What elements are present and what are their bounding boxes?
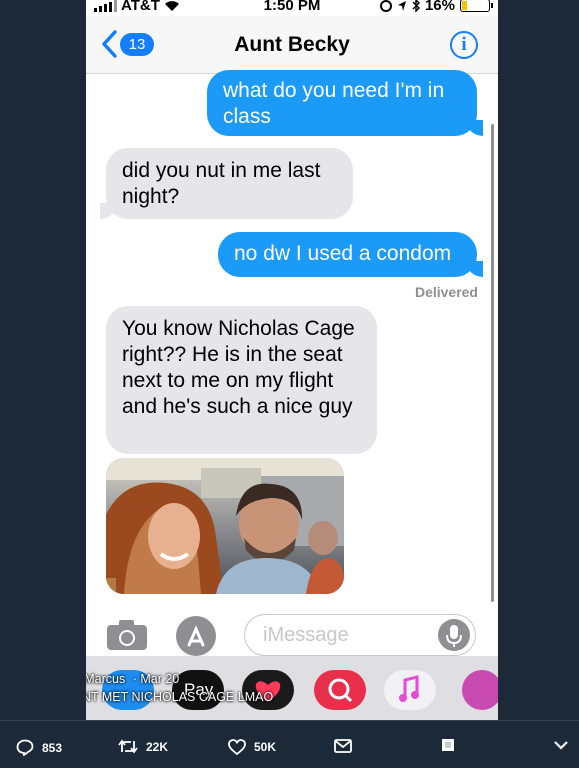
message-bubble-incoming[interactable]: You know Nicholas Cage right?? He is in … (106, 306, 377, 454)
tweet-action-bar: 853 22K 50K (0, 720, 579, 768)
delivered-status: Delivered (414, 284, 478, 300)
message-text: did you nut in me last night? (122, 159, 321, 208)
status-bar: AT&T 1:50 PM 16% (86, 0, 498, 16)
retweet-count: 22K (146, 739, 169, 754)
reply-action[interactable]: 853 (16, 739, 62, 756)
reply-icon (16, 739, 34, 756)
message-thread[interactable]: what do you need I'm in class did you nu… (86, 70, 498, 608)
tweet-date: · Mar 20 (132, 672, 180, 686)
bluetooth-icon (412, 0, 420, 12)
like-action[interactable]: 50K (228, 739, 276, 755)
envelope-icon (334, 739, 352, 753)
message-input-placeholder: iMessage (263, 624, 349, 646)
message-input[interactable]: iMessage (244, 614, 476, 656)
battery-icon (460, 0, 493, 12)
retweet-icon (118, 739, 138, 754)
like-count: 50K (254, 740, 277, 754)
location-icon (397, 0, 406, 11)
battery-percent: 16% (424, 0, 455, 14)
phone-screenshot: AT&T 1:50 PM 16% 13 Aunt Becky i what do… (86, 0, 498, 720)
heart-icon (228, 739, 246, 755)
message-bubble-incoming[interactable]: did you nut in me last night? (100, 148, 353, 219)
app-store-icon[interactable] (176, 616, 216, 656)
photos-app-icon[interactable] (462, 670, 498, 710)
camera-icon[interactable] (106, 619, 148, 651)
tweet-text: YOO MY AUNT MET NICHOLAS CAGE LMAO (86, 690, 274, 704)
share-icon (442, 739, 454, 751)
contact-name[interactable]: Aunt Becky (86, 33, 498, 57)
reply-count: 853 (42, 740, 63, 755)
message-text: no dw I used a condom (234, 242, 452, 265)
retweet-action[interactable]: 22K (118, 739, 168, 754)
message-bubble-outgoing[interactable]: what do you need I'm in class (207, 70, 483, 136)
direct-message-action[interactable] (334, 739, 352, 753)
conversation-header: 13 Aunt Becky i (86, 16, 498, 74)
selfie-image (106, 458, 344, 594)
message-photo[interactable] (106, 458, 344, 594)
message-text: what do you need I'm in class (223, 79, 445, 128)
tweet-handle-line: @SmallDickMarcus · Mar 20 (86, 672, 179, 686)
message-bubble-outgoing[interactable]: no dw I used a condom (218, 232, 483, 277)
more-options-action[interactable] (553, 740, 569, 750)
share-action[interactable] (442, 739, 454, 751)
tweet-handle[interactable]: @SmallDickMarcus (86, 672, 125, 686)
music-icon[interactable] (384, 670, 436, 710)
compose-bar: iMessage (86, 608, 498, 656)
info-icon[interactable]: i (450, 31, 478, 59)
microphone-icon[interactable] (438, 619, 470, 651)
imessage-app-drawer: Pay (86, 656, 498, 720)
chevron-down-icon (554, 741, 568, 750)
image-search-icon[interactable] (314, 670, 366, 710)
alarm-icon (379, 0, 392, 12)
scroll-indicator[interactable] (491, 124, 494, 602)
message-text: You know Nicholas Cage right?? He is in … (122, 317, 355, 418)
